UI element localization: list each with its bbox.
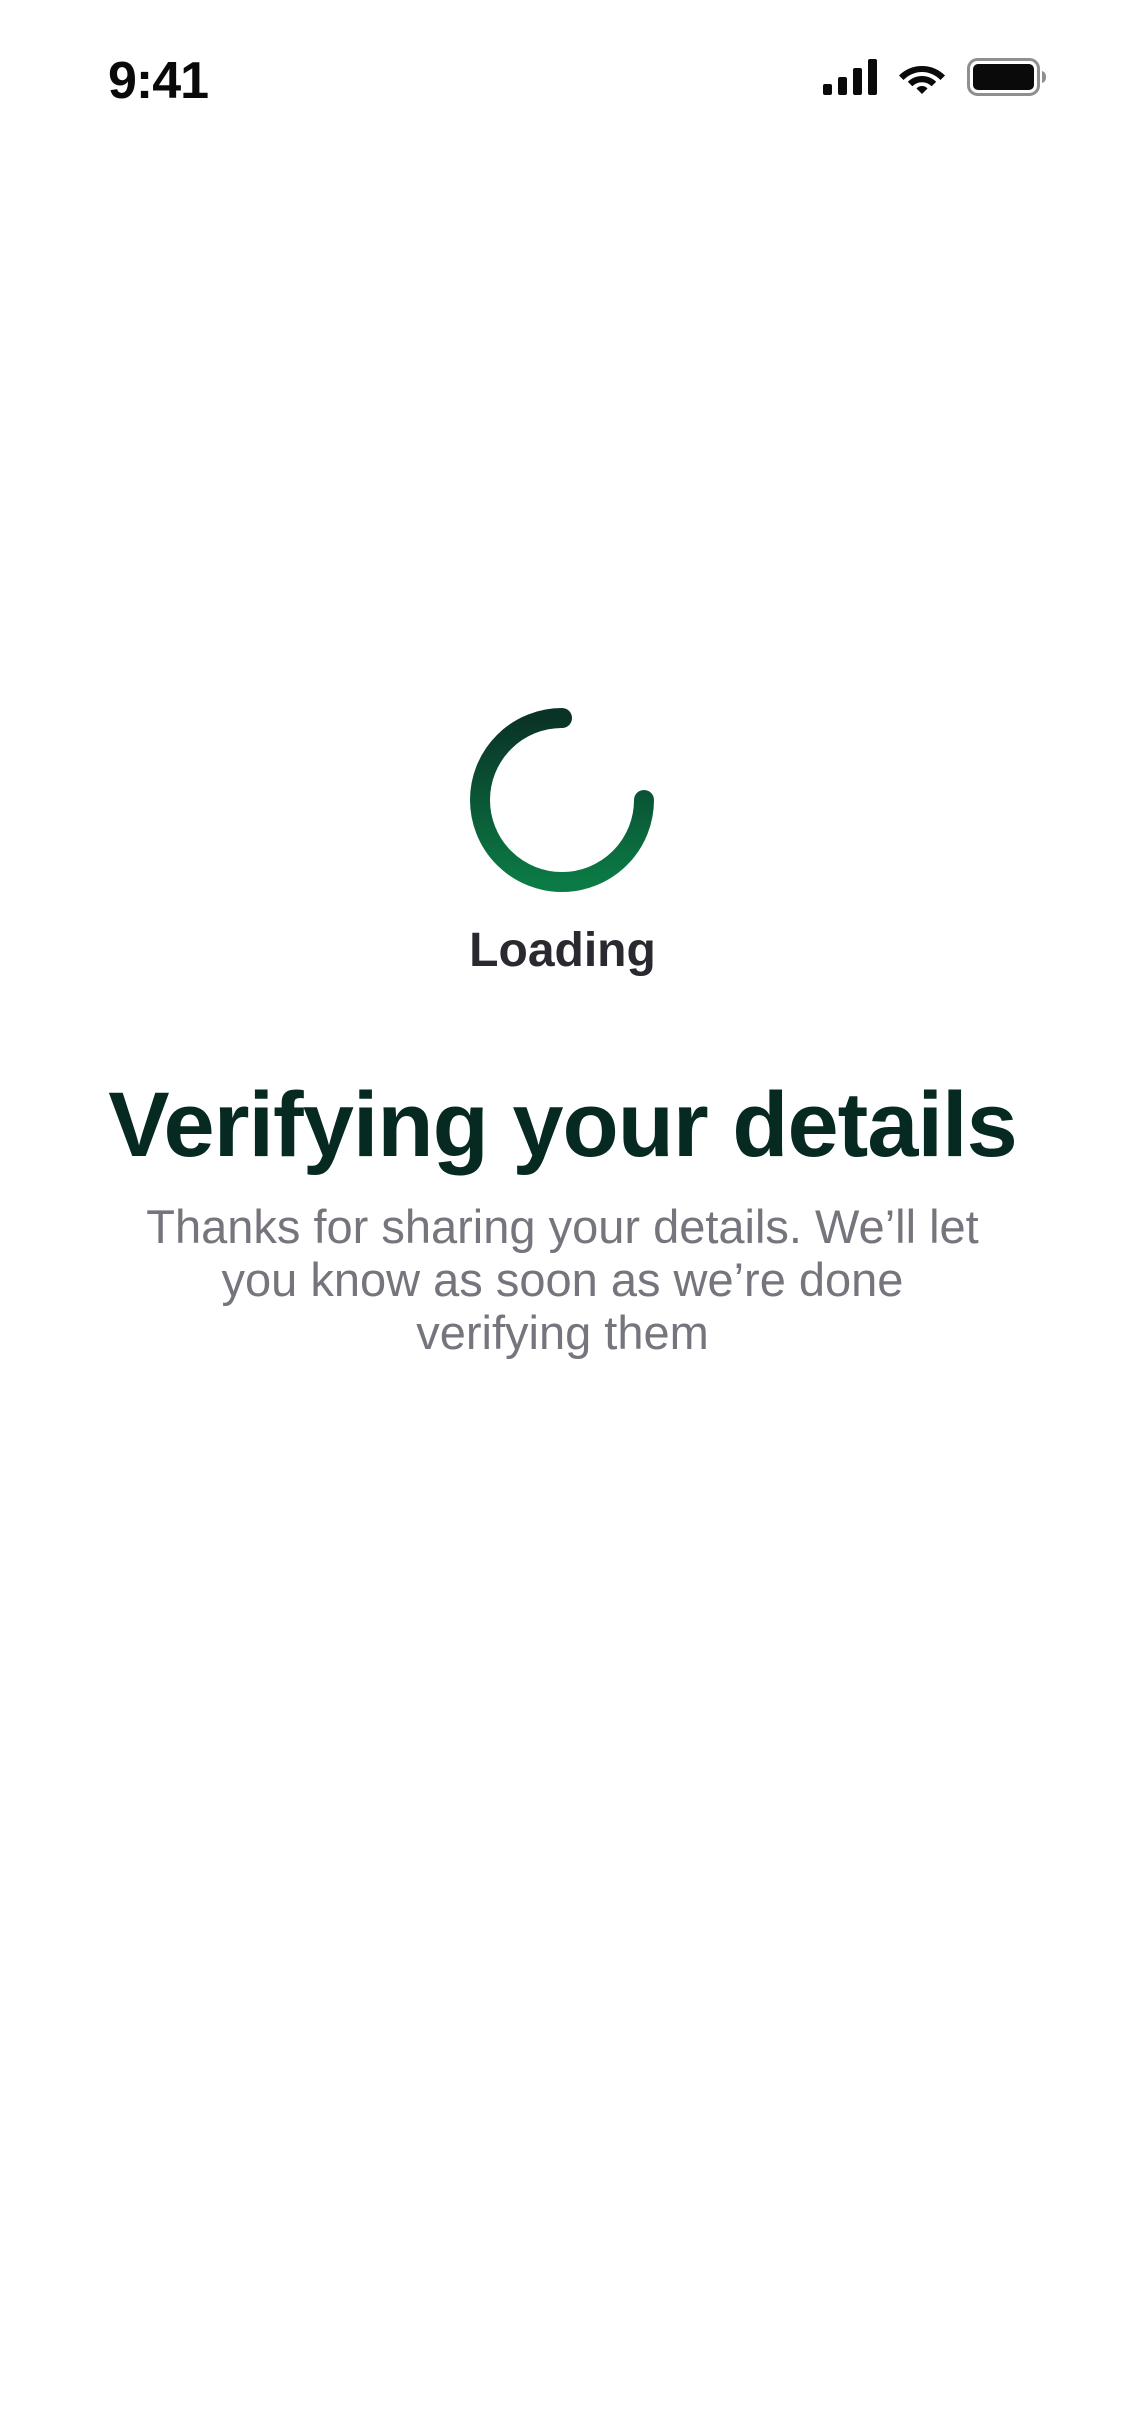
status-bar: 9:41 bbox=[0, 0, 1125, 150]
page-title: Verifying your details bbox=[108, 1074, 1018, 1176]
battery-icon bbox=[967, 58, 1047, 96]
wifi-icon bbox=[897, 59, 947, 95]
status-time: 9:41 bbox=[108, 52, 209, 110]
cellular-signal-icon bbox=[823, 59, 877, 95]
loading-label: Loading bbox=[469, 924, 656, 977]
verification-screen: 9:41 Loading Verifying your details Than… bbox=[0, 0, 1125, 2436]
page-subtitle: Thanks for sharing your details. We’ll l… bbox=[146, 1200, 979, 1359]
status-icons bbox=[823, 56, 1047, 98]
loading-spinner-icon bbox=[468, 706, 656, 894]
